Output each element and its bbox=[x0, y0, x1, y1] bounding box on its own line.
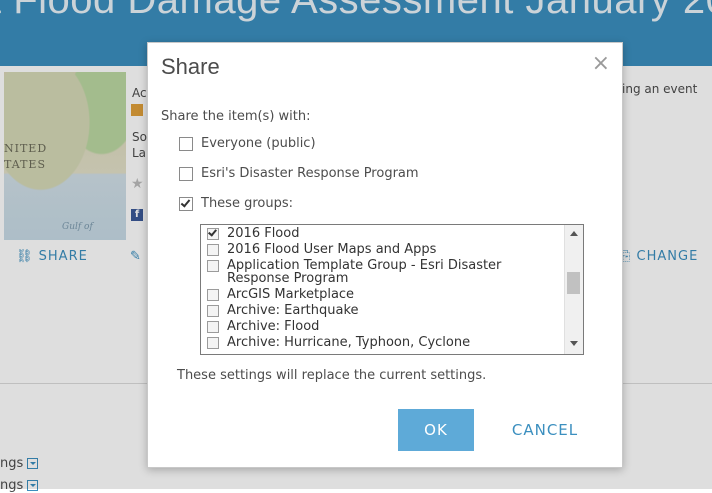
disaster-response-checkbox[interactable] bbox=[179, 166, 193, 181]
these-groups-checkbox[interactable] bbox=[179, 196, 193, 211]
dialog-title: Share bbox=[161, 54, 220, 79]
group-checkbox[interactable] bbox=[207, 244, 219, 256]
group-checkbox[interactable] bbox=[207, 228, 219, 240]
group-label: 2016 Flood User Maps and Apps bbox=[227, 242, 437, 257]
list-item[interactable]: Application Template Group - Esri Disast… bbox=[207, 259, 557, 285]
close-icon[interactable]: × bbox=[592, 51, 610, 76]
option-everyone[interactable]: Everyone (public) bbox=[179, 136, 316, 151]
group-checkbox[interactable] bbox=[207, 260, 219, 272]
group-checkbox[interactable] bbox=[207, 289, 219, 301]
group-label: 2016 Flood bbox=[227, 226, 300, 241]
group-checkbox[interactable] bbox=[207, 321, 219, 333]
listbox-scrollbar[interactable] bbox=[564, 225, 583, 354]
replace-settings-note: These settings will replace the current … bbox=[177, 368, 487, 383]
option-disaster-response[interactable]: Esri's Disaster Response Program bbox=[179, 166, 419, 181]
share-dialog: Share × Share the item(s) with: Everyone… bbox=[147, 42, 623, 468]
list-item[interactable]: Archive: Flood bbox=[207, 320, 557, 333]
everyone-checkbox[interactable] bbox=[179, 136, 193, 151]
list-item[interactable]: 2016 Flood User Maps and Apps bbox=[207, 243, 557, 256]
option-label: Everyone (public) bbox=[201, 136, 316, 151]
list-item[interactable]: Archive: Hurricane, Typhoon, Cyclone bbox=[207, 336, 557, 349]
list-item[interactable]: 2016 Flood bbox=[207, 227, 557, 240]
group-label: Archive: Hurricane, Typhoon, Cyclone bbox=[227, 335, 471, 350]
group-label: Application Template Group - Esri Disast… bbox=[227, 258, 502, 286]
cancel-button[interactable]: CANCEL bbox=[500, 409, 590, 451]
option-label: These groups: bbox=[201, 196, 293, 211]
list-item[interactable]: Archive: Earthquake bbox=[207, 304, 557, 317]
share-with-label: Share the item(s) with: bbox=[161, 109, 311, 124]
group-checkbox[interactable] bbox=[207, 305, 219, 317]
option-label: Esri's Disaster Response Program bbox=[201, 166, 419, 181]
group-label: Archive: Flood bbox=[227, 319, 320, 334]
option-these-groups[interactable]: These groups: bbox=[179, 196, 293, 211]
group-label: ArcGIS Marketplace bbox=[227, 287, 355, 302]
scroll-down-icon[interactable] bbox=[570, 341, 578, 346]
groups-listbox[interactable]: 2016 Flood 2016 Flood User Maps and Apps… bbox=[200, 224, 584, 355]
scrollbar-thumb[interactable] bbox=[567, 272, 580, 294]
groups-list: 2016 Flood 2016 Flood User Maps and Apps… bbox=[207, 227, 557, 352]
list-item[interactable]: ArcGIS Marketplace bbox=[207, 288, 557, 301]
ok-button[interactable]: OK bbox=[398, 409, 474, 451]
scroll-up-icon[interactable] bbox=[570, 231, 578, 236]
group-label: Archive: Earthquake bbox=[227, 303, 359, 318]
group-checkbox[interactable] bbox=[207, 337, 219, 349]
